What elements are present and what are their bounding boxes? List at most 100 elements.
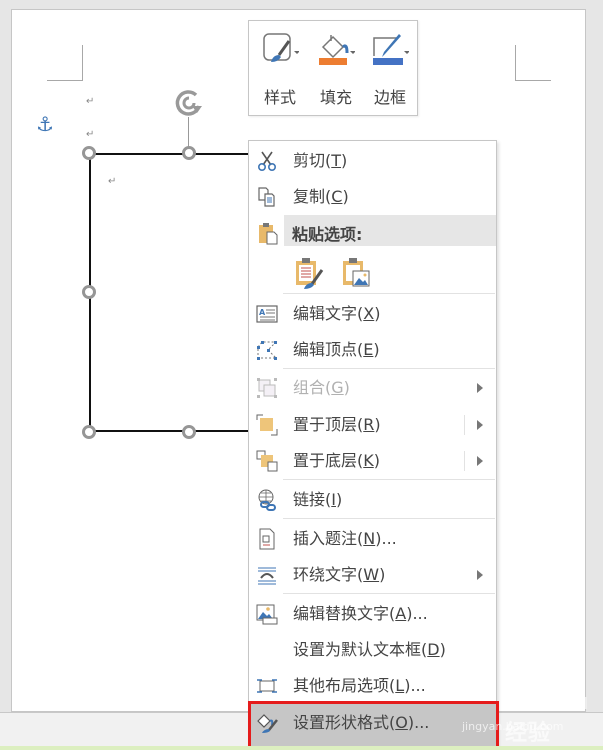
paste-options-label: 粘贴选项: bbox=[292, 225, 363, 244]
alt-text-icon bbox=[256, 604, 278, 625]
menu-item-label: 链接 bbox=[293, 490, 326, 509]
paste-as-picture-icon[interactable] bbox=[341, 256, 373, 290]
mini-toolbar: 样式 填充 边框 bbox=[248, 20, 418, 116]
submenu-arrow-icon[interactable] bbox=[477, 420, 483, 430]
menu-item-edit-points[interactable]: 编辑顶点(E) bbox=[250, 332, 496, 368]
menu-item-insert-caption[interactable]: 插入题注(N)... bbox=[250, 521, 496, 557]
menu-item-label: 编辑顶点 bbox=[293, 340, 358, 359]
menu-item-copy[interactable]: 复制(C) bbox=[250, 179, 496, 215]
rotate-handle-icon[interactable] bbox=[172, 86, 206, 120]
copy-icon bbox=[258, 187, 275, 207]
accelerator-key: W bbox=[363, 565, 380, 584]
menu-separator bbox=[283, 479, 495, 480]
menu-item-link[interactable]: 链接(I) bbox=[250, 482, 496, 518]
menu-item-label: 其他布局选项 bbox=[293, 676, 390, 695]
split-separator bbox=[464, 451, 465, 471]
menu-item-more-layout-options[interactable]: 其他布局选项(L)... bbox=[250, 668, 496, 704]
edit-points-icon bbox=[257, 341, 278, 360]
paragraph-mark: ↵ bbox=[86, 129, 95, 140]
accelerator-key: C bbox=[331, 187, 343, 206]
menu-item-label: 设置形状格式 bbox=[293, 713, 390, 732]
resize-handle-top-left[interactable] bbox=[82, 146, 96, 160]
outline-pen-icon bbox=[373, 34, 409, 65]
shape-style-icon bbox=[263, 33, 299, 62]
bring-to-front-icon bbox=[256, 414, 278, 436]
menu-item-group: 组合(G) bbox=[250, 370, 496, 406]
menu-item-label: 置于底层 bbox=[293, 451, 358, 470]
margin-corner-top-left bbox=[47, 45, 83, 81]
menu-item-label: 环绕文字 bbox=[293, 565, 358, 584]
submenu-arrow-icon bbox=[477, 383, 483, 393]
menu-item-label: 插入题注 bbox=[293, 529, 358, 548]
ellipsis: ... bbox=[412, 604, 428, 623]
submenu-arrow-icon bbox=[477, 570, 483, 580]
menu-item-cut[interactable]: 剪切(T) bbox=[250, 143, 496, 179]
fill-bucket-icon bbox=[319, 35, 355, 65]
scissors-icon bbox=[257, 151, 277, 172]
accelerator-key: R bbox=[363, 415, 375, 434]
menu-item-send-to-back[interactable]: 置于底层(K) bbox=[250, 443, 496, 479]
paste-icon bbox=[259, 223, 278, 245]
menu-separator bbox=[283, 593, 495, 594]
resize-handle-top-center[interactable] bbox=[182, 146, 196, 160]
format-shape-icon bbox=[257, 714, 278, 733]
menu-separator bbox=[283, 518, 495, 519]
link-icon bbox=[258, 489, 276, 511]
fill-label: 填充 bbox=[319, 88, 352, 107]
paragraph-mark: ↵ bbox=[86, 96, 95, 107]
submenu-arrow-icon[interactable] bbox=[477, 456, 483, 466]
wrap-text-icon bbox=[258, 567, 276, 585]
accelerator-key: K bbox=[363, 451, 374, 470]
watermark-brand: Bai du 经验 bbox=[505, 690, 590, 746]
rotation-line bbox=[188, 117, 189, 147]
ellipsis: ... bbox=[410, 676, 426, 695]
menu-item-label: 设置为默认文本框 bbox=[293, 640, 422, 659]
ellipsis: ... bbox=[414, 713, 430, 732]
menu-item-label: 剪切 bbox=[293, 151, 326, 170]
menu-item-set-default-textbox[interactable]: 设置为默认文本框(D) bbox=[250, 632, 496, 668]
context-menu: 剪切(T) 复制(C) 粘贴选项: A 编辑文字(X) 编辑顶点(E) 组合(G… bbox=[248, 140, 499, 750]
watermark-url: jingyan.baidu.com bbox=[462, 720, 564, 733]
svg-text:A: A bbox=[259, 308, 266, 317]
resize-handle-bottom-left[interactable] bbox=[82, 425, 96, 439]
menu-separator bbox=[283, 368, 495, 369]
menu-item-alt-text[interactable]: 编辑替换文字(A)... bbox=[250, 596, 496, 632]
style-button[interactable]: 样式 bbox=[255, 29, 305, 109]
accelerator-key: D bbox=[427, 640, 440, 659]
ellipsis: ... bbox=[381, 529, 397, 548]
fill-button[interactable]: 填充 bbox=[311, 29, 361, 109]
accelerator-key: T bbox=[331, 151, 342, 170]
layout-options-icon bbox=[257, 679, 277, 693]
menu-separator bbox=[283, 293, 495, 294]
menu-item-label: 编辑替换文字 bbox=[293, 604, 390, 623]
outline-button[interactable]: 边框 bbox=[365, 29, 415, 109]
accelerator-key: X bbox=[363, 304, 375, 323]
outline-label: 边框 bbox=[373, 88, 406, 107]
menu-item-label: 编辑文字 bbox=[293, 304, 358, 323]
insert-caption-icon bbox=[259, 528, 275, 550]
accelerator-key: E bbox=[363, 340, 374, 359]
menu-item-label: 置于顶层 bbox=[293, 415, 358, 434]
accelerator-key: N bbox=[363, 529, 376, 548]
accelerator-key: A bbox=[395, 604, 407, 623]
keep-source-formatting-icon[interactable] bbox=[294, 256, 326, 290]
resize-handle-bottom-center[interactable] bbox=[182, 425, 196, 439]
paste-options-header: 粘贴选项: bbox=[284, 215, 496, 246]
menu-item-wrap-text[interactable]: 环绕文字(W) bbox=[250, 557, 496, 593]
accelerator-key: I bbox=[331, 490, 336, 509]
menu-item-label: 组合 bbox=[293, 378, 326, 397]
menu-item-bring-to-front[interactable]: 置于顶层(R) bbox=[250, 407, 496, 443]
group-icon bbox=[257, 378, 277, 398]
resize-handle-middle-left[interactable] bbox=[82, 285, 96, 299]
menu-item-format-shape[interactable]: 设置形状格式(O)... bbox=[250, 705, 496, 741]
style-label: 样式 bbox=[263, 88, 296, 107]
menu-item-label: 复制 bbox=[293, 187, 326, 206]
anchor-icon[interactable]: ⚓ bbox=[36, 114, 54, 134]
menu-item-edit-text[interactable]: A 编辑文字(X) bbox=[250, 296, 496, 332]
send-to-back-icon bbox=[256, 450, 278, 472]
accelerator-key: G bbox=[331, 378, 344, 397]
margin-corner-top-right bbox=[515, 45, 551, 81]
selected-textbox-shape[interactable] bbox=[89, 153, 269, 432]
split-separator bbox=[464, 415, 465, 435]
accelerator-key: L bbox=[395, 676, 405, 695]
